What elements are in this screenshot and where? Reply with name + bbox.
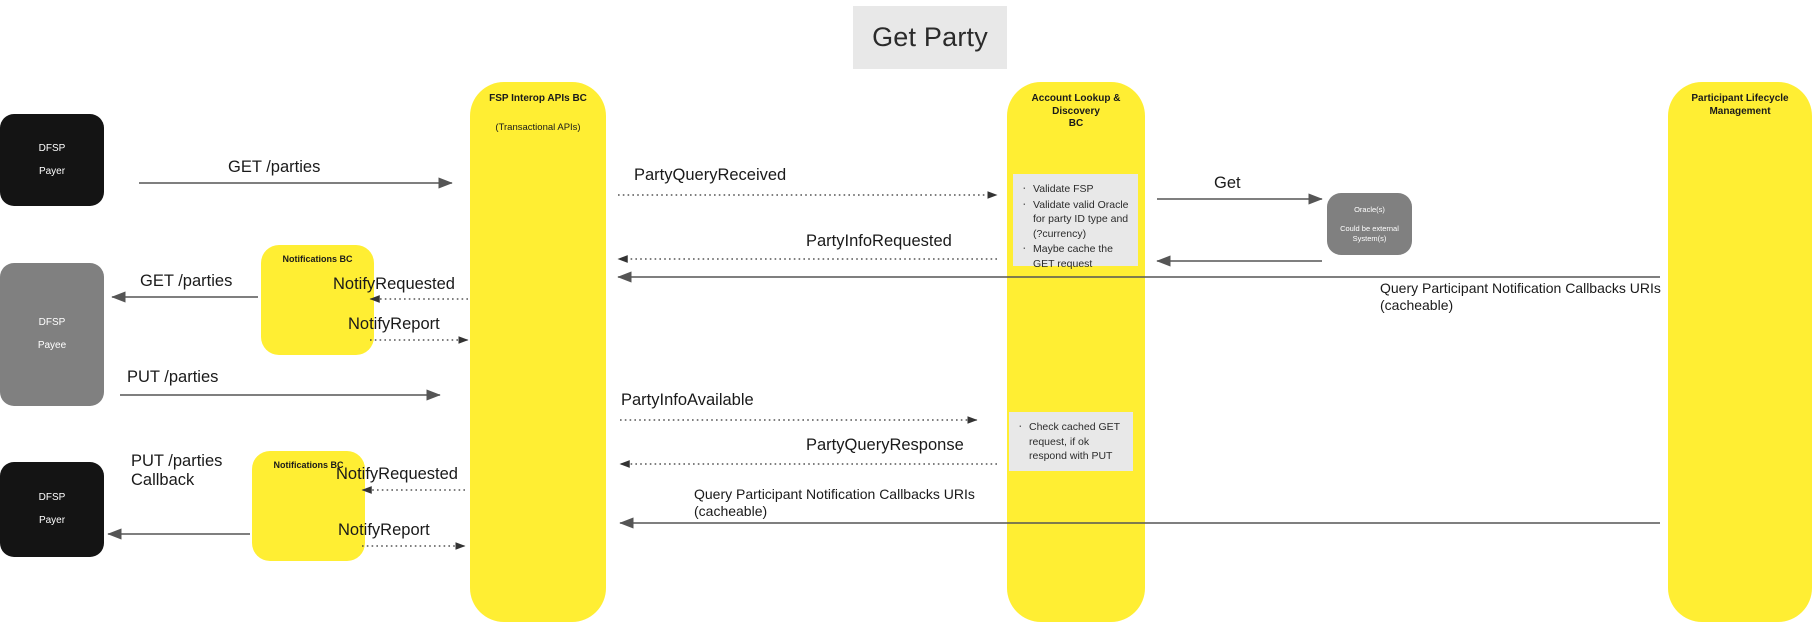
lifeline-subtitle: (Transactional APIs) xyxy=(495,122,581,133)
label-put-parties-callback: PUT /parties Callback xyxy=(131,452,223,489)
label-party-query-response: PartyQueryResponse xyxy=(806,436,964,454)
note-item: Validate FSP xyxy=(1022,180,1129,197)
label-notify-requested-2: NotifyRequested xyxy=(336,465,458,483)
actor-dfsp-payer-top: DFSP Payer xyxy=(0,114,104,206)
note-item: Maybe cache the GET request xyxy=(1022,240,1129,271)
label-notify-requested-1: NotifyRequested xyxy=(333,275,455,293)
actor-line-1: DFSP xyxy=(38,492,66,503)
note-item: Validate valid Oracle for party ID type … xyxy=(1022,196,1129,242)
lifeline-title: FSP Interop APIs BC xyxy=(489,93,587,104)
actor-line-2: Payer xyxy=(38,515,66,526)
sequence-diagram-canvas: Get Party FSP Interop APIs BC (Transacti… xyxy=(0,0,1812,630)
label-put-parties: PUT /parties xyxy=(127,368,219,386)
notifications-bc-title: Notifications BC xyxy=(282,254,353,264)
label-notify-report-2: NotifyReport xyxy=(338,521,430,539)
note-validate: Validate FSP Validate valid Oracle for p… xyxy=(1013,174,1138,270)
actor-line-2: Payee xyxy=(37,340,67,351)
note-item: Check cached GET request, if ok respond … xyxy=(1018,418,1124,464)
lifeline-account-lookup-discovery-bc: Account Lookup & Discovery BC xyxy=(1007,82,1145,622)
notifications-bc-upper: Notifications BC xyxy=(261,245,374,355)
label-party-info-requested: PartyInfoRequested xyxy=(806,232,952,250)
actor-line-2: Payer xyxy=(38,165,66,177)
actor-dfsp-payer-bottom: DFSP Payer xyxy=(0,462,104,557)
lifeline-fsp-interop-apis-bc: FSP Interop APIs BC (Transactional APIs) xyxy=(470,82,606,622)
lifeline-title: Account Lookup & Discovery BC xyxy=(1031,93,1121,129)
label-notify-report-1: NotifyReport xyxy=(348,315,440,333)
actor-line-1: DFSP xyxy=(38,317,66,328)
label-party-query-received: PartyQueryReceived xyxy=(634,166,787,184)
label-query-callbacks-1: Query Participant Notification Callbacks… xyxy=(1380,280,1661,313)
actor-line-2: Could be external System(s) xyxy=(1340,223,1399,243)
actor-dfsp-payee: DFSP Payee xyxy=(0,263,104,406)
label-query-callbacks-2: Query Participant Notification Callbacks… xyxy=(694,486,975,519)
lifeline-participant-lifecycle-management: Participant Lifecycle Management xyxy=(1668,82,1812,622)
lifeline-title: Participant Lifecycle Management xyxy=(1691,93,1789,117)
note-check-cache: Check cached GET request, if ok respond … xyxy=(1009,412,1133,471)
label-get: Get xyxy=(1214,174,1241,192)
actor-oracles: Oracle(s) Could be external System(s) xyxy=(1327,193,1412,255)
label-get-parties-1: GET /parties xyxy=(228,158,321,176)
actor-line-1: Oracle(s) xyxy=(1354,204,1385,214)
actor-line-1: DFSP xyxy=(38,142,66,154)
label-party-info-available: PartyInfoAvailable xyxy=(621,391,754,409)
label-get-parties-2: GET /parties xyxy=(140,272,233,290)
page-title: Get Party xyxy=(853,6,1007,69)
